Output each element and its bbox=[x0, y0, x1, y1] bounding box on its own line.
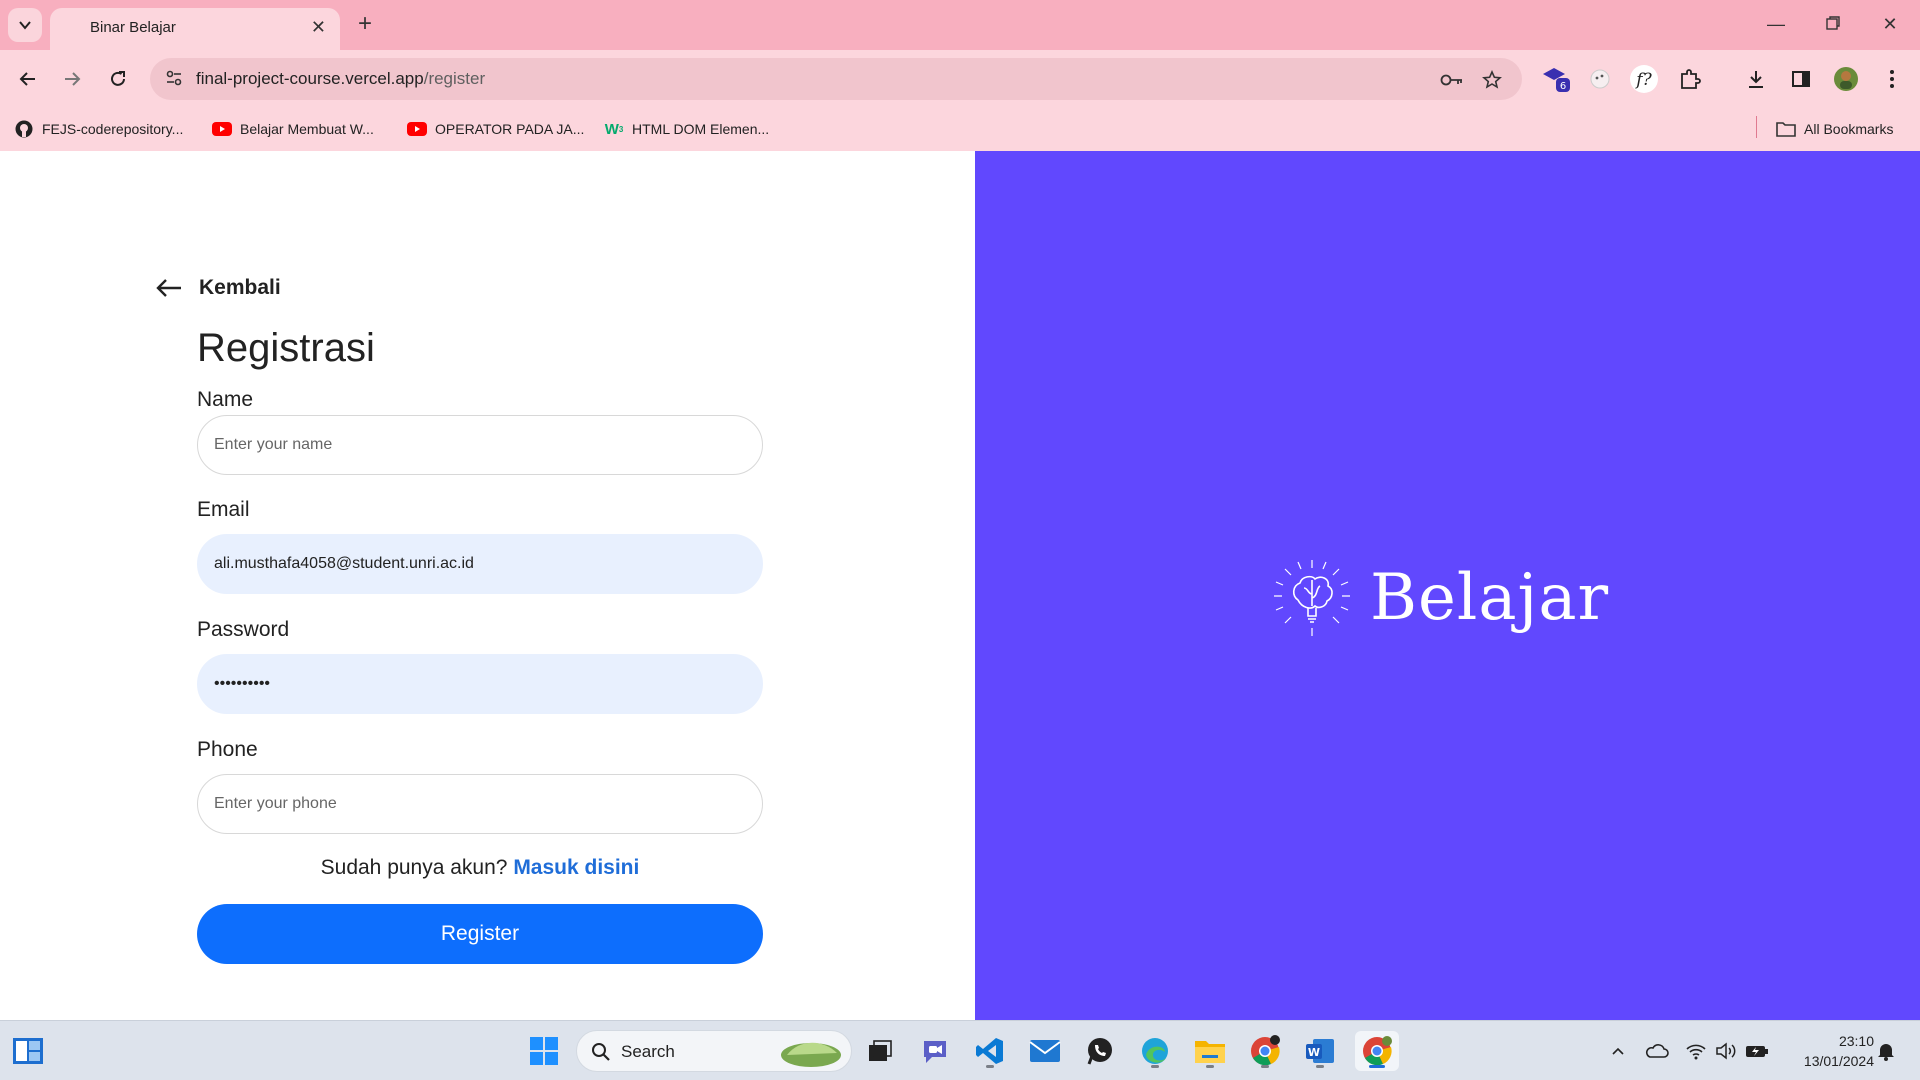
phone-field[interactable] bbox=[197, 774, 763, 834]
bookmark-item[interactable]: Belajar Membuat W... bbox=[212, 117, 374, 141]
svg-text:f?: f? bbox=[1634, 70, 1652, 90]
puzzle-extensions-icon[interactable] bbox=[1672, 61, 1708, 97]
all-bookmarks-button[interactable]: All Bookmarks bbox=[1776, 117, 1893, 141]
email-label: Email bbox=[197, 498, 250, 521]
new-tab-button[interactable]: + bbox=[350, 10, 380, 40]
key-icon[interactable] bbox=[1440, 68, 1464, 92]
show-hidden-icons-chevron-up-icon[interactable] bbox=[1606, 1039, 1630, 1063]
side-panel-icon[interactable] bbox=[1783, 61, 1819, 97]
tab-title: Binar Belajar bbox=[90, 19, 176, 36]
whatsapp-icon[interactable] bbox=[1080, 1031, 1120, 1071]
brand-name: Belajar bbox=[1370, 561, 1610, 635]
extension-formula-icon[interactable]: f? bbox=[1626, 61, 1662, 97]
close-tab-icon[interactable]: ✕ bbox=[311, 17, 326, 38]
back-label: Kembali bbox=[199, 276, 281, 299]
download-icon[interactable] bbox=[1738, 61, 1774, 97]
close-window-icon[interactable]: ✕ bbox=[1870, 8, 1910, 40]
url-path: /register bbox=[423, 69, 486, 88]
battery-charging-icon[interactable] bbox=[1745, 1039, 1769, 1063]
tab-strip: Binar Belajar ✕ + — ✕ bbox=[0, 0, 1920, 50]
bookmark-label: OPERATOR PADA JA... bbox=[435, 121, 585, 137]
register-form-panel: Kembali Registrasi Name Email Password P… bbox=[0, 151, 975, 1020]
tab-binar-belajar[interactable]: Binar Belajar ✕ bbox=[50, 8, 340, 50]
email-field[interactable] bbox=[197, 534, 763, 594]
mail-icon[interactable] bbox=[1025, 1031, 1065, 1071]
wifi-icon[interactable] bbox=[1684, 1039, 1708, 1063]
bookmarks-separator bbox=[1756, 116, 1757, 138]
onedrive-cloud-icon[interactable] bbox=[1645, 1039, 1669, 1063]
minimize-icon[interactable]: — bbox=[1756, 8, 1796, 40]
reload-icon[interactable] bbox=[100, 61, 136, 97]
password-field[interactable] bbox=[197, 654, 763, 714]
windows-start-icon[interactable] bbox=[524, 1031, 564, 1071]
taskbar-search[interactable]: Search bbox=[576, 1030, 852, 1072]
browser-chrome: Binar Belajar ✕ + — ✕ final-project-cour… bbox=[0, 0, 1920, 151]
widgets-icon[interactable] bbox=[8, 1031, 48, 1071]
extension-graduation-icon[interactable]: 6 bbox=[1538, 61, 1574, 97]
back-link[interactable]: Kembali bbox=[155, 276, 281, 300]
toolbar: final-project-course.vercel.app/register… bbox=[0, 50, 1920, 108]
brain-lightbulb-icon bbox=[1274, 560, 1350, 636]
folder-icon bbox=[1776, 119, 1796, 139]
bookmark-item[interactable]: W3 HTML DOM Elemen... bbox=[604, 117, 769, 141]
file-explorer-icon[interactable] bbox=[1190, 1031, 1230, 1071]
youtube-icon bbox=[212, 119, 232, 139]
page-title: Registrasi bbox=[197, 326, 375, 370]
bookmark-label: FEJS-coderepository... bbox=[42, 121, 184, 137]
page-content: Kembali Registrasi Name Email Password P… bbox=[0, 151, 1920, 1020]
arrow-left-icon bbox=[156, 279, 181, 297]
name-field[interactable] bbox=[197, 415, 763, 475]
edge-icon[interactable] bbox=[1135, 1031, 1175, 1071]
chrome-icon[interactable] bbox=[1245, 1031, 1285, 1071]
chevron-down-icon bbox=[19, 21, 31, 30]
login-link[interactable]: Masuk disini bbox=[513, 856, 639, 879]
github-icon bbox=[14, 119, 34, 139]
vscode-icon[interactable] bbox=[970, 1031, 1010, 1071]
extension-face-icon[interactable] bbox=[1582, 61, 1618, 97]
star-bookmark-icon[interactable] bbox=[1480, 68, 1504, 92]
search-highlight-icon bbox=[781, 1042, 841, 1067]
youtube-icon bbox=[407, 119, 427, 139]
address-bar[interactable]: final-project-course.vercel.app/register bbox=[150, 58, 1522, 100]
notification-bell-icon[interactable] bbox=[1874, 1039, 1898, 1063]
clock-time: 23:10 bbox=[1838, 1033, 1874, 1049]
site-info-icon[interactable] bbox=[164, 68, 184, 93]
teams-chat-icon[interactable] bbox=[915, 1031, 955, 1071]
name-label: Name bbox=[197, 388, 254, 411]
extension-badge: 6 bbox=[1560, 81, 1566, 92]
forward-arrow-icon[interactable] bbox=[54, 61, 90, 97]
phone-label: Phone bbox=[197, 738, 258, 761]
bookmark-item[interactable]: FEJS-coderepository... bbox=[14, 117, 183, 141]
tab-search-button[interactable] bbox=[8, 8, 42, 42]
profile-avatar-icon[interactable] bbox=[1828, 61, 1864, 97]
bookmark-item[interactable]: OPERATOR PADA JA... bbox=[407, 117, 584, 141]
restore-icon[interactable] bbox=[1813, 8, 1853, 40]
task-view-icon[interactable] bbox=[860, 1031, 900, 1071]
brand-logo: Belajar bbox=[1270, 556, 1609, 640]
all-bookmarks-label: All Bookmarks bbox=[1804, 121, 1894, 137]
register-button[interactable]: Register bbox=[197, 904, 763, 964]
svg-text:W: W bbox=[1308, 1046, 1320, 1059]
login-prompt-row: Sudah punya akun? Masuk disini bbox=[197, 856, 763, 880]
volume-icon[interactable] bbox=[1714, 1039, 1738, 1063]
login-prompt-text: Sudah punya akun? bbox=[320, 856, 508, 879]
back-arrow-icon[interactable] bbox=[10, 61, 46, 97]
system-clock[interactable]: 23:10 13/01/2024 bbox=[1784, 1031, 1874, 1071]
kebab-menu-icon[interactable] bbox=[1874, 61, 1910, 97]
taskbar: Search W 23:10 13/01/2024 bbox=[0, 1020, 1920, 1080]
password-label: Password bbox=[197, 618, 290, 641]
bookmark-label: HTML DOM Elemen... bbox=[632, 121, 770, 137]
url-host: final-project-course.vercel.app bbox=[196, 69, 424, 88]
word-icon[interactable]: W bbox=[1300, 1031, 1340, 1071]
clock-date: 13/01/2024 bbox=[1803, 1053, 1874, 1069]
search-label: Search bbox=[621, 1042, 675, 1061]
chrome-profile-icon[interactable] bbox=[1355, 1031, 1399, 1071]
url-text: final-project-course.vercel.app/register bbox=[196, 69, 485, 89]
bookmarks-bar: FEJS-coderepository... Belajar Membuat W… bbox=[0, 108, 1920, 151]
w3schools-icon: W3 bbox=[604, 120, 624, 138]
bookmark-label: Belajar Membuat W... bbox=[240, 121, 374, 137]
search-icon bbox=[592, 1043, 610, 1061]
